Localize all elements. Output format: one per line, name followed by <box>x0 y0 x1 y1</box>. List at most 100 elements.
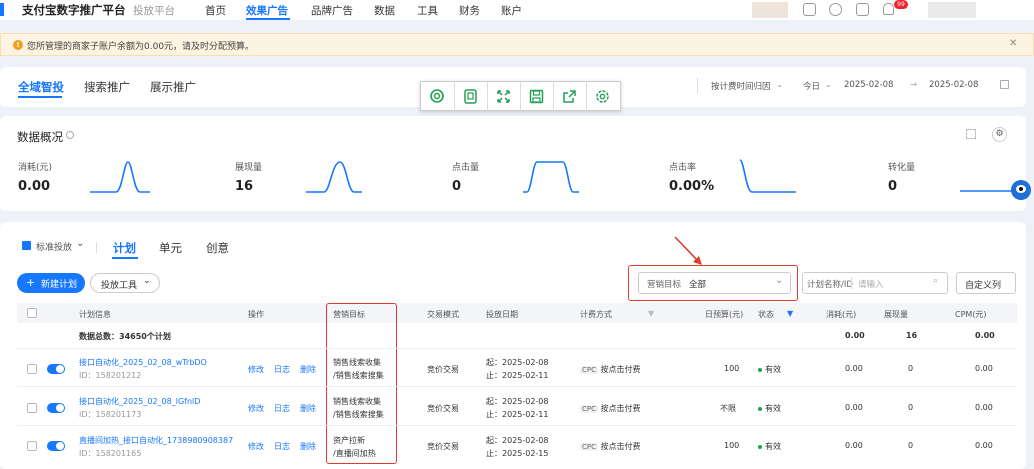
plan-name-link[interactable]: 接口自动化_2025_02_08_lGfnlD <box>79 396 200 407</box>
plan-search-field[interactable]: 计划名称/ID 请输入 ⌕ <box>802 272 948 294</box>
delete-link[interactable]: 删除 <box>300 441 316 452</box>
share-icon[interactable] <box>561 88 578 105</box>
save-icon[interactable] <box>528 88 545 105</box>
metric-spend-value: 0.00 <box>18 179 51 194</box>
warning-text: 您所管理的商家子账户余额为0.00元，请及时分配预算。 <box>27 42 255 52</box>
checklist-icon[interactable] <box>856 3 869 16</box>
tab-search-promotion[interactable]: 搜索推广 <box>84 79 130 95</box>
metric-impressions-label: 展现量 <box>235 163 263 173</box>
log-link[interactable]: 日志 <box>274 364 290 375</box>
end-date: 止：2025-02-15 <box>486 449 549 458</box>
bell-icon[interactable] <box>883 3 894 15</box>
nav-home[interactable]: 首页 <box>205 3 226 18</box>
fullscreen-icon[interactable] <box>966 129 976 139</box>
search-circle-icon[interactable] <box>429 88 446 105</box>
log-link[interactable]: 日志 <box>274 441 290 452</box>
filter-icon[interactable]: ▼ <box>787 309 793 318</box>
daily-budget: 不限 <box>720 404 736 413</box>
tab-plans[interactable]: 计划 <box>113 240 136 256</box>
new-plan-label: 新建计划 <box>41 280 78 290</box>
nav-tools[interactable]: 工具 <box>417 3 438 18</box>
tablet-icon[interactable] <box>462 88 479 105</box>
plan-id: ID：158201173 <box>79 410 142 419</box>
ctr-sparkline <box>740 159 796 193</box>
plan-name-link[interactable]: 接口自动化_2025_02_08_wTrbDO <box>79 357 207 368</box>
delivery-mode-select[interactable]: 标准投放 <box>36 240 72 253</box>
end-date: 止：2025-02-11 <box>486 410 549 419</box>
spend: 0.00 <box>845 441 863 450</box>
tab-display-promotion[interactable]: 展示推广 <box>150 79 196 95</box>
gear-icon[interactable]: ⚙ <box>992 127 1007 142</box>
chevron-down-icon: ⌄ <box>825 80 833 90</box>
delete-link[interactable]: 删除 <box>300 364 316 375</box>
row-checkbox[interactable] <box>27 441 37 451</box>
info-icon[interactable] <box>66 131 74 139</box>
start-date[interactable]: 2025-02-08 <box>844 80 893 90</box>
trade-mode: 竞价交易 <box>427 442 459 451</box>
divider <box>697 78 698 93</box>
billing-method: CPC 按点击付费 <box>580 441 641 452</box>
platform-switch[interactable]: 投放平台 <box>133 3 175 18</box>
metric-impressions-value: 16 <box>235 179 254 194</box>
col-plan-info: 计划信息 <box>79 310 111 319</box>
row-checkbox[interactable] <box>27 364 37 374</box>
account-avatar[interactable] <box>928 2 976 18</box>
select-all-checkbox[interactable] <box>27 308 37 318</box>
impressions: 0 <box>908 364 914 373</box>
col-impressions: 展现量 <box>884 310 908 319</box>
expand-icon[interactable] <box>495 88 512 105</box>
cpc-tag: CPC <box>580 366 598 374</box>
plan-name-link[interactable]: 直播间加热_接口自动化_1738980908387 <box>79 435 233 446</box>
nav-finance[interactable]: 财务 <box>459 3 480 18</box>
help-icon[interactable] <box>829 3 842 16</box>
chevron-down-icon: ⌄ <box>776 80 784 90</box>
settings-icon[interactable] <box>594 88 611 105</box>
mobile-icon[interactable] <box>803 3 816 16</box>
cpm: 0.00 <box>975 441 993 450</box>
platform-logo[interactable]: 支付宝数字推广平台 <box>22 2 126 18</box>
metric-conversions-value: 0 <box>888 179 898 194</box>
col-spend: 消耗(元) <box>826 310 857 319</box>
tab-units[interactable]: 单元 <box>159 240 182 256</box>
plan-id: ID：158201212 <box>79 371 142 380</box>
edit-link[interactable]: 修改 <box>248 403 264 414</box>
nav-data[interactable]: 数据 <box>374 3 395 18</box>
delivery-tools-button[interactable]: 投放工具 ⌄ <box>90 273 160 293</box>
toolbar-divider <box>520 82 521 112</box>
close-icon[interactable]: ✕ <box>1009 38 1017 49</box>
plan-toggle[interactable] <box>47 441 65 451</box>
status-label: 有效 <box>765 365 781 374</box>
row-checkbox[interactable] <box>27 403 37 413</box>
spend: 0.00 <box>845 364 863 373</box>
plan-toggle[interactable] <box>47 403 65 413</box>
end-date[interactable]: 2025-02-08 <box>929 80 978 90</box>
delivery-tools-label: 投放工具 <box>101 281 138 291</box>
toolbar-divider <box>586 82 587 112</box>
new-plan-button[interactable]: + 新建计划 <box>17 273 85 293</box>
marketing-goal-filter[interactable]: 营销目标 全部 ⌄ <box>638 272 791 294</box>
plan-toggle[interactable] <box>47 364 65 374</box>
filter-icon[interactable]: ▼ <box>648 309 654 318</box>
custom-columns-button[interactable]: 自定义列 <box>956 272 1016 294</box>
divider <box>96 242 97 253</box>
goal-primary: 资产拉新 <box>333 436 365 445</box>
range-preset-select[interactable]: 今日 <box>803 80 820 92</box>
assistant-mascot-icon[interactable] <box>1011 180 1031 200</box>
calendar-icon[interactable] <box>1000 80 1009 89</box>
metric-conversions-label: 转化量 <box>888 163 916 173</box>
tab-full-domain[interactable]: 全域智投 <box>18 79 64 95</box>
nav-performance-ads[interactable]: 效果广告 <box>246 3 288 18</box>
nav-account[interactable]: 账户 <box>501 3 522 18</box>
filter-label: 营销目标 <box>647 280 682 290</box>
search-icon[interactable]: ⌕ <box>933 276 938 286</box>
daily-budget: 100 <box>724 441 740 450</box>
delete-link[interactable]: 删除 <box>300 403 316 414</box>
billing-label: 按点击付费 <box>600 442 641 451</box>
plans-card <box>0 222 1026 469</box>
time-mode-select[interactable]: 按计费时间归因 <box>711 80 771 92</box>
nav-brand-ads[interactable]: 品牌广告 <box>311 3 353 18</box>
log-link[interactable]: 日志 <box>274 403 290 414</box>
edit-link[interactable]: 修改 <box>248 441 264 452</box>
edit-link[interactable]: 修改 <box>248 364 264 375</box>
tab-creatives[interactable]: 创意 <box>206 240 229 256</box>
